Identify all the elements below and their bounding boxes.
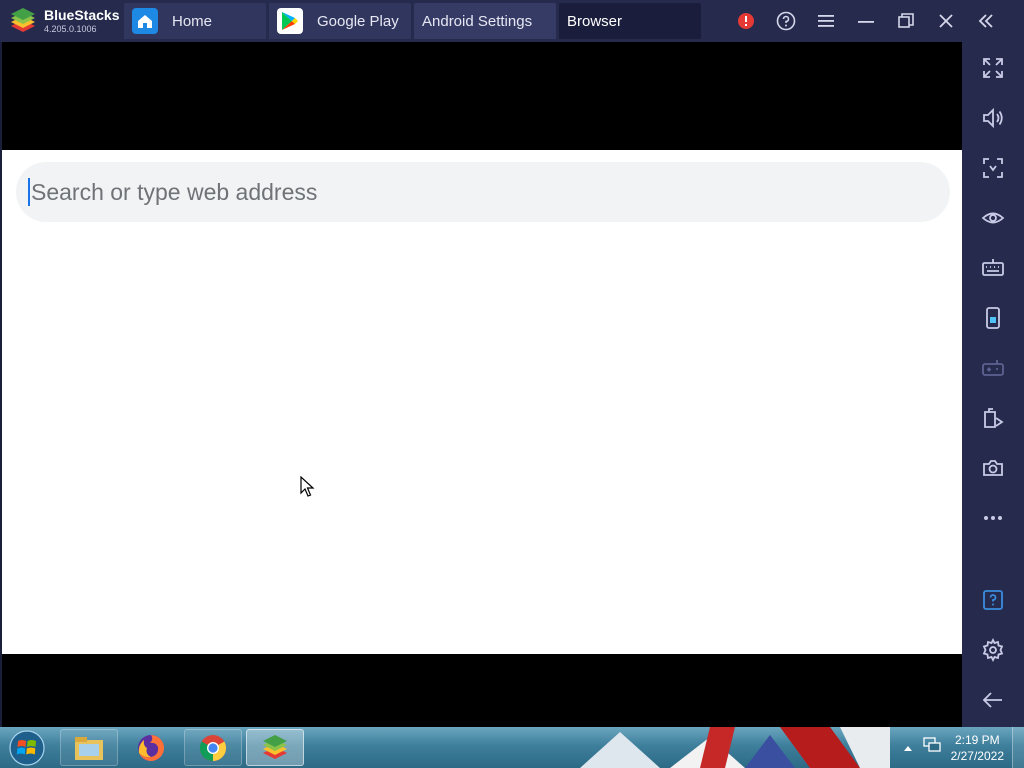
search-input[interactable] xyxy=(31,178,911,206)
bluestacks-icon[interactable] xyxy=(246,729,304,766)
gamepad-icon[interactable] xyxy=(962,346,1024,390)
collapse-sidebar-icon[interactable] xyxy=(966,0,1006,42)
tab-home[interactable]: Home xyxy=(124,3,266,39)
tab-label: Google Play xyxy=(317,12,399,30)
menu-icon[interactable] xyxy=(806,0,846,42)
brand: BlueStacks 4.205.0.1006 xyxy=(0,0,124,42)
volume-icon[interactable] xyxy=(962,96,1024,140)
alert-icon[interactable] xyxy=(726,0,766,42)
clock-time: 2:19 PM xyxy=(954,732,1000,747)
network-icon[interactable] xyxy=(922,737,941,758)
minimize-icon[interactable] xyxy=(846,0,886,42)
fullscreen-icon[interactable] xyxy=(962,46,1024,90)
tab-browser[interactable]: Browser xyxy=(559,3,701,39)
firefox-icon[interactable] xyxy=(122,729,180,766)
android-screen xyxy=(2,42,962,727)
tab-label: Browser xyxy=(567,12,623,30)
home-icon xyxy=(132,8,158,34)
phone-icon[interactable] xyxy=(962,296,1024,340)
wallpaper-fragment xyxy=(580,727,890,768)
eye-icon[interactable] xyxy=(962,196,1024,240)
tab-android-settings[interactable]: Android Settings xyxy=(414,3,556,39)
tab-google-play[interactable]: Google Play xyxy=(269,3,411,39)
restore-icon[interactable] xyxy=(886,0,926,42)
screen-select-icon[interactable] xyxy=(962,146,1024,190)
back-arrow-icon[interactable] xyxy=(962,678,1024,722)
close-icon[interactable] xyxy=(926,0,966,42)
clock[interactable]: 2:19 PM 2/27/2022 xyxy=(951,732,1004,764)
bluestacks-logo-icon xyxy=(8,6,38,36)
title-bar: BlueStacks 4.205.0.1006 Home Google Play xyxy=(0,0,1024,42)
bluestacks-sidebar xyxy=(962,42,1024,727)
tab-label: Home xyxy=(172,12,213,30)
help-icon[interactable] xyxy=(766,0,806,42)
address-bar[interactable] xyxy=(16,162,950,222)
app-version: 4.205.0.1006 xyxy=(44,24,97,34)
google-play-icon xyxy=(277,8,303,34)
multi-instance-icon[interactable] xyxy=(962,396,1024,440)
app-name: BlueStacks xyxy=(44,7,120,23)
text-caret xyxy=(28,178,30,206)
windows-taskbar: 2:19 PM 2/27/2022 xyxy=(0,727,1024,768)
show-hidden-icons-icon[interactable] xyxy=(903,739,913,757)
clock-date: 2/27/2022 xyxy=(950,748,1004,763)
file-explorer-icon[interactable] xyxy=(60,729,118,766)
show-desktop-button[interactable] xyxy=(1012,727,1024,768)
system-tray: 2:19 PM 2/27/2022 xyxy=(903,727,1004,768)
bluestacks-window: BlueStacks 4.205.0.1006 Home Google Play xyxy=(0,0,1024,768)
browser-view xyxy=(2,150,962,654)
window-controls xyxy=(726,0,1006,42)
more-icon[interactable] xyxy=(962,496,1024,540)
help-square-icon[interactable] xyxy=(962,578,1024,622)
start-button[interactable] xyxy=(6,728,48,767)
chrome-icon[interactable] xyxy=(184,729,242,766)
camera-icon[interactable] xyxy=(962,446,1024,490)
keyboard-icon[interactable] xyxy=(962,246,1024,290)
tab-label: Android Settings xyxy=(422,12,533,30)
mouse-pointer-icon xyxy=(300,475,316,503)
settings-icon[interactable] xyxy=(962,628,1024,672)
